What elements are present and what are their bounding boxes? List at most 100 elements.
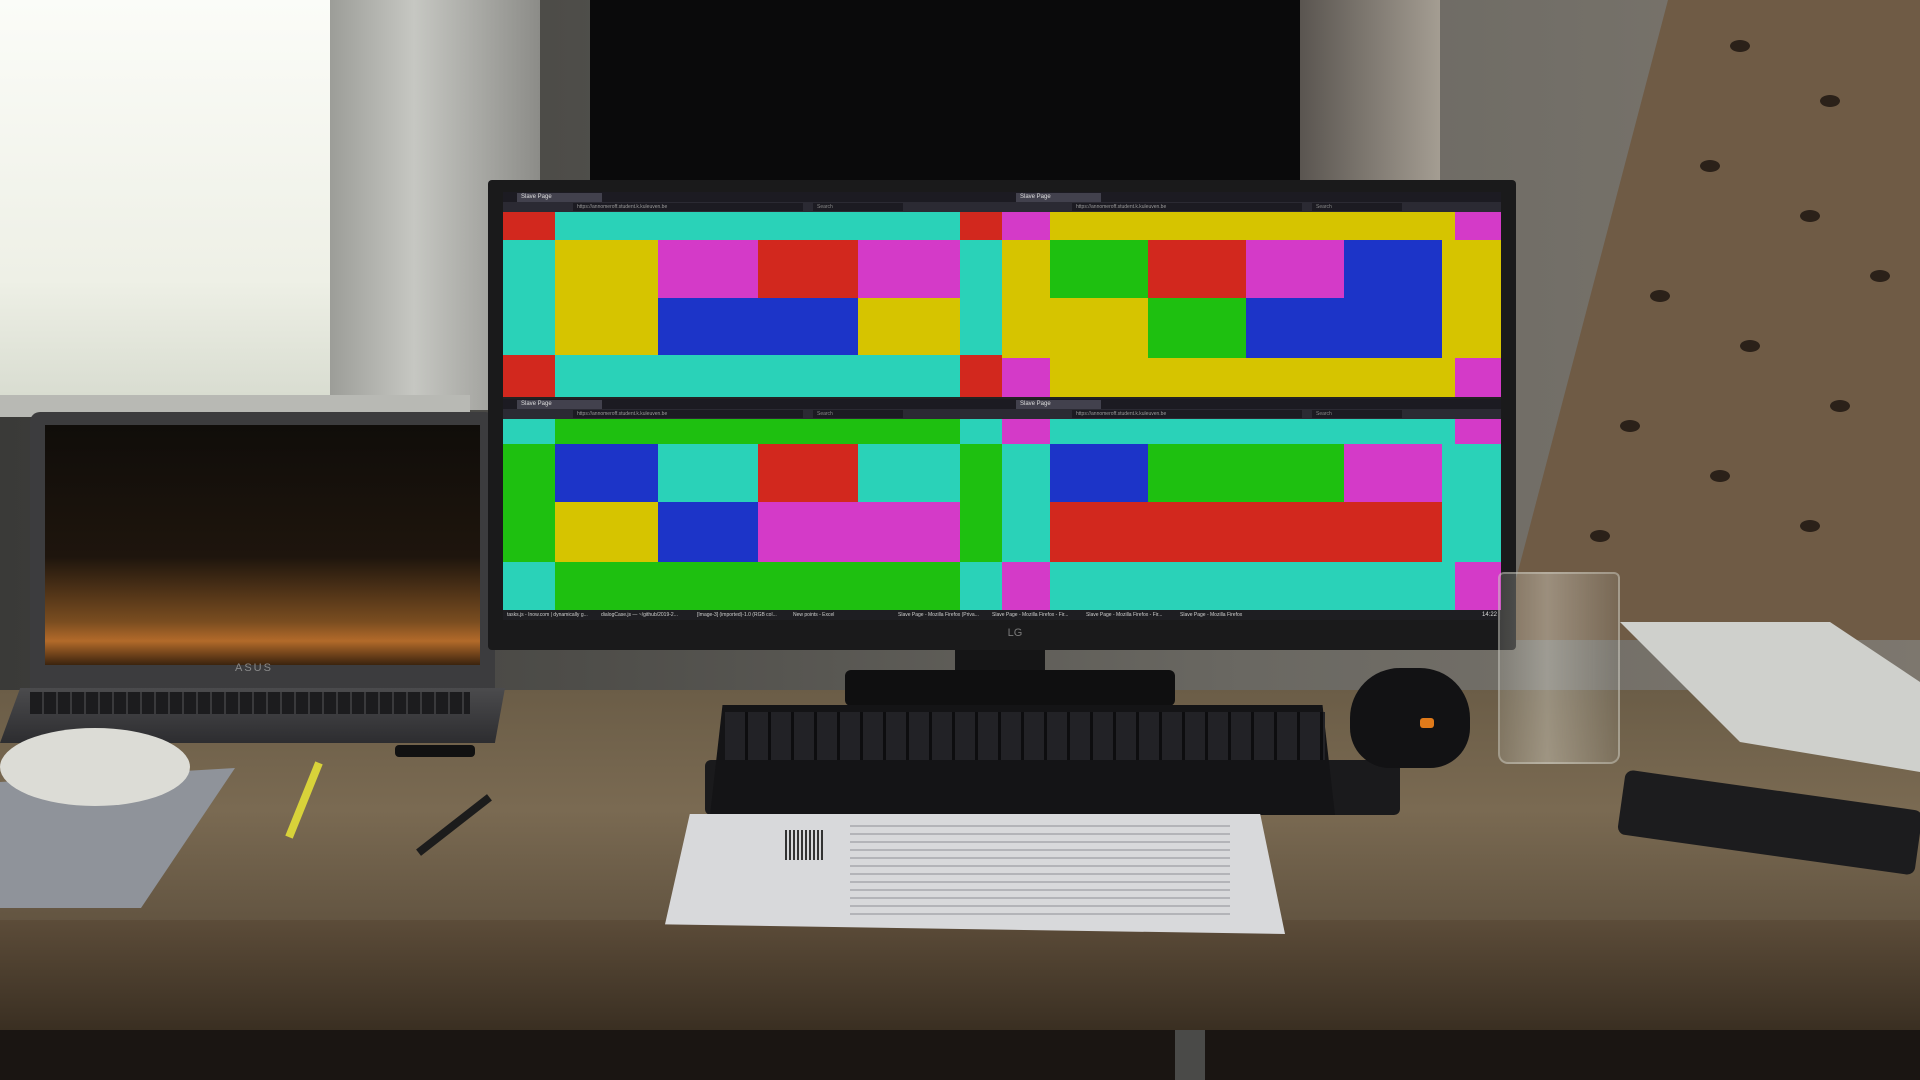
- color-block[interactable]: [555, 419, 960, 444]
- keyboard-keys: [725, 712, 1325, 760]
- plate: [0, 728, 190, 806]
- color-block[interactable]: [758, 240, 858, 298]
- url-field[interactable]: https://annomeroff.student.k.kuleuven.be: [573, 410, 803, 418]
- color-block[interactable]: [1455, 562, 1501, 610]
- color-block[interactable]: [503, 240, 555, 355]
- taskbar-item[interactable]: dialogCase.js — ~/github/2019-2...: [601, 611, 693, 619]
- search-field[interactable]: Search: [813, 410, 903, 418]
- color-block[interactable]: [503, 444, 555, 562]
- laptop-logo: ASUS: [235, 662, 273, 674]
- taskbar-item[interactable]: Slave Page - Mozilla Firefox: [1180, 611, 1270, 619]
- nav-bar: https://annomeroff.student.k.kuleuven.be…: [1002, 409, 1501, 419]
- color-block[interactable]: [1050, 419, 1455, 444]
- taskbar-clock: 14:22: [1481, 612, 1497, 618]
- browser-tab[interactable]: Slave Page: [1016, 193, 1101, 202]
- floor: [0, 1030, 1920, 1080]
- color-block[interactable]: [1344, 240, 1442, 298]
- color-block[interactable]: [658, 502, 758, 562]
- color-block[interactable]: [503, 355, 555, 397]
- color-block[interactable]: [1246, 240, 1344, 298]
- color-block[interactable]: [1050, 240, 1148, 298]
- taskbar-item[interactable]: tasks.js - Inow.com | dynamically g...: [507, 611, 597, 619]
- color-block[interactable]: [1455, 419, 1501, 444]
- monitor-foot: [845, 670, 1175, 706]
- taskbar-item[interactable]: Slave Page - Mozilla Firefox (Priva...: [898, 611, 988, 619]
- color-block[interactable]: [1050, 298, 1148, 358]
- color-block[interactable]: [1002, 358, 1050, 397]
- search-field[interactable]: Search: [813, 203, 903, 211]
- color-block[interactable]: [1442, 240, 1455, 358]
- browser-window-2: Slave Page https://annomeroff.student.k.…: [1002, 192, 1501, 397]
- search-field[interactable]: Search: [1312, 203, 1402, 211]
- color-block[interactable]: [758, 444, 858, 502]
- color-block[interactable]: [960, 355, 1002, 397]
- browser-tab[interactable]: Slave Page: [1016, 400, 1101, 409]
- color-block[interactable]: [1002, 562, 1050, 610]
- color-block[interactable]: [1148, 298, 1246, 358]
- skylight: [590, 0, 1350, 190]
- taskbar-item[interactable]: [Image-3] (imported)-1.0 (RGB col...: [697, 611, 789, 619]
- color-block[interactable]: [858, 444, 960, 502]
- url-field[interactable]: https://annomeroff.student.k.kuleuven.be: [573, 203, 803, 211]
- color-block[interactable]: [1002, 444, 1050, 562]
- color-block[interactable]: [1455, 358, 1501, 397]
- color-block[interactable]: [555, 502, 658, 562]
- url-field[interactable]: https://annomeroff.student.k.kuleuven.be: [1072, 410, 1302, 418]
- color-block[interactable]: [960, 444, 1002, 562]
- color-block[interactable]: [1050, 358, 1455, 397]
- tab-bar: Slave Page: [1002, 192, 1501, 202]
- taskbar-item[interactable]: Slave Page - Mozilla Firefox - Fir...: [1086, 611, 1176, 619]
- color-block[interactable]: [555, 444, 658, 502]
- monitor-screen: Slave Page https://annomeroff.student.k.…: [503, 192, 1501, 620]
- color-block[interactable]: [503, 562, 555, 610]
- ceiling-beam: [1300, 0, 1440, 190]
- browser-window-3: Slave Page https://annomeroff.student.k.…: [503, 399, 1002, 610]
- taskbar-item[interactable]: Slave Page - Mozilla Firefox - Fir...: [992, 611, 1082, 619]
- mouse: [1350, 668, 1470, 768]
- taskbar: tasks.js - Inow.com | dynamically g... d…: [503, 610, 1501, 620]
- color-block[interactable]: [960, 562, 1002, 610]
- browser-tab[interactable]: Slave Page: [517, 400, 602, 409]
- search-field[interactable]: Search: [1312, 410, 1402, 418]
- color-block[interactable]: [960, 240, 1002, 355]
- page-content: [1002, 212, 1501, 397]
- color-block[interactable]: [658, 240, 758, 298]
- browser-tab[interactable]: Slave Page: [517, 193, 602, 202]
- color-block[interactable]: [555, 355, 960, 397]
- desk-edge: [0, 920, 1920, 1030]
- color-block[interactable]: [1002, 240, 1050, 358]
- color-block[interactable]: [1050, 502, 1442, 562]
- color-block[interactable]: [758, 502, 960, 562]
- color-block[interactable]: [1148, 444, 1344, 502]
- url-field[interactable]: https://annomeroff.student.k.kuleuven.be: [1072, 203, 1302, 211]
- color-block[interactable]: [658, 298, 858, 355]
- tab-bar: Slave Page: [503, 399, 1002, 409]
- color-block[interactable]: [858, 240, 960, 298]
- desk-leg: [1175, 1030, 1205, 1080]
- color-block[interactable]: [1050, 444, 1148, 502]
- color-block[interactable]: [1148, 240, 1246, 298]
- color-block[interactable]: [555, 240, 658, 355]
- drinking-glass: [1498, 572, 1620, 764]
- color-block[interactable]: [658, 444, 758, 502]
- color-block[interactable]: [503, 212, 555, 240]
- color-block[interactable]: [1002, 419, 1050, 444]
- color-block[interactable]: [503, 419, 555, 444]
- taskbar-item[interactable]: New points - Excel: [793, 611, 863, 619]
- color-block[interactable]: [1050, 212, 1455, 240]
- color-block[interactable]: [1344, 444, 1442, 502]
- color-block[interactable]: [555, 562, 960, 610]
- color-block[interactable]: [1455, 212, 1501, 240]
- color-block[interactable]: [1455, 240, 1501, 358]
- color-block[interactable]: [1442, 444, 1501, 562]
- color-block[interactable]: [1246, 298, 1442, 358]
- browser-window-1: Slave Page https://annomeroff.student.k.…: [503, 192, 1002, 397]
- color-block[interactable]: [555, 212, 960, 240]
- usb-adapter: [395, 745, 475, 757]
- color-block[interactable]: [858, 298, 960, 355]
- color-block[interactable]: [960, 212, 1002, 240]
- color-block[interactable]: [1050, 562, 1455, 610]
- color-block[interactable]: [1002, 212, 1050, 240]
- color-block[interactable]: [960, 419, 1002, 444]
- mouse-logo-light: [1420, 718, 1434, 728]
